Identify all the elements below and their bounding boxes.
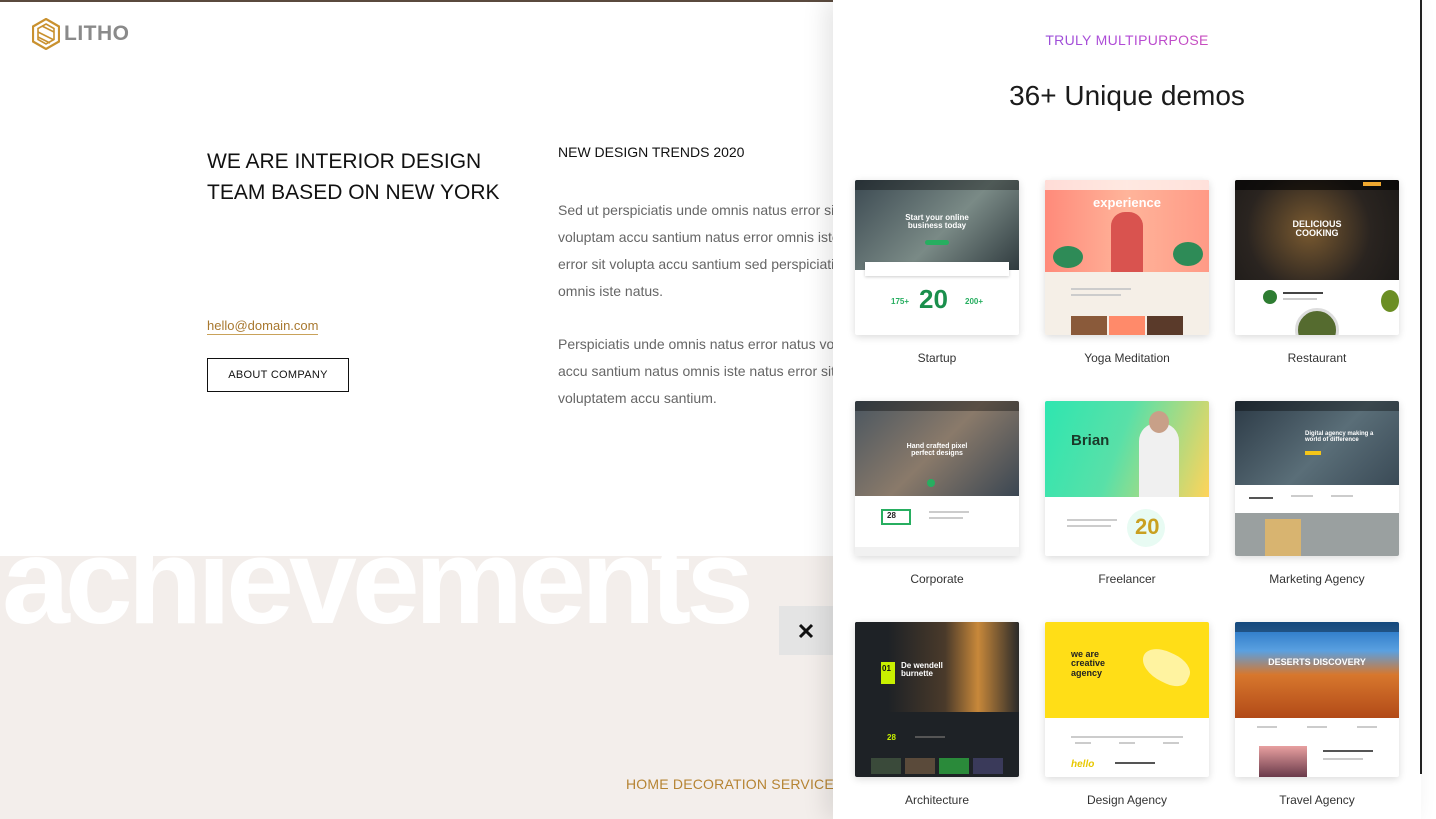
achievements-watermark: achievements [2,513,754,649]
demo-card-marketing-agency[interactable]: Digital agency making a world of differe… [1235,401,1399,586]
demo-label: Startup [917,351,957,365]
trends-paragraph-2: Perspiciatis unde omnis natus error natu… [558,336,845,406]
litho-logo-icon [32,18,60,50]
demo-card-corporate[interactable]: Hand crafted pixel perfect designs 28 Co… [855,401,1019,586]
demo-label: Restaurant [1287,351,1347,365]
close-button[interactable] [779,606,833,655]
panel-title: 36+ Unique demos [1009,80,1245,111]
demo-thumbnail[interactable]: Hand crafted pixel perfect designs 28 [855,401,1019,556]
demo-label: Design Agency [1086,793,1168,807]
trends-heading: NEW DESIGN TRENDS 2020 [558,144,745,160]
demo-label: Freelancer [1098,572,1156,586]
demo-thumbnail[interactable]: we are creative agency hello [1045,622,1209,777]
trends-paragraph-1: Sed ut perspiciatis unde omnis natus err… [558,202,842,299]
demo-label: Travel Agency [1279,793,1355,807]
demo-card-restaurant[interactable]: DELICIOUS COOKING Restaurant [1235,180,1399,365]
about-heading: WE ARE INTERIOR DESIGN TEAM BASED ON NEW… [207,150,500,204]
demo-label: Marketing Agency [1269,572,1365,586]
close-icon [798,623,814,638]
demo-card-travel-agency[interactable]: DESERTS DISCOVERY Travel Agency [1235,622,1399,807]
top-banner-strip [0,0,833,2]
demo-label: Corporate [910,572,964,586]
demo-card-design-agency[interactable]: we are creative agency hello Design Agen… [1045,622,1209,807]
email-link[interactable]: hello@domain.com [207,318,319,335]
demo-thumbnail[interactable]: Start your online business today 175+ 20… [855,180,1019,335]
logo-text: LITHO [64,22,130,45]
demo-thumbnail[interactable]: DELICIOUS COOKING [1235,180,1399,335]
demo-card-startup[interactable]: Start your online business today 175+ 20… [855,180,1019,365]
panel-kicker: TRULY MULTIPURPOSE [833,32,1421,48]
demo-panel: TRULY MULTIPURPOSE 36+ Unique demos Star… [833,0,1421,819]
demo-card-freelancer[interactable]: Brian 20 Freelancer [1045,401,1209,586]
brand-logo[interactable]: LITHO [32,18,130,50]
demo-thumbnail[interactable]: Digital agency making a world of differe… [1235,401,1399,556]
panel-scroll-edge [1420,0,1422,774]
demo-thumbnail[interactable]: 01 De wendell burnette 28 [855,622,1019,777]
demo-card-architecture[interactable]: 01 De wendell burnette 28 Architecture [855,622,1019,807]
demo-label: Yoga Meditation [1084,351,1170,365]
demo-card-yoga-meditation[interactable]: experience Yoga Meditation [1045,180,1209,365]
services-label: HOME DECORATION SERVICES [626,776,844,792]
demo-thumbnail[interactable]: Brian 20 [1045,401,1209,556]
demo-thumbnail[interactable]: experience [1045,180,1209,335]
demo-thumbnail[interactable]: DESERTS DISCOVERY [1235,622,1399,777]
demo-label: Architecture [904,793,970,807]
about-company-button[interactable]: ABOUT COMPANY [207,358,349,392]
page: LITHO WE ARE INTERIOR DESIGN TEAM BASED … [0,0,1436,819]
